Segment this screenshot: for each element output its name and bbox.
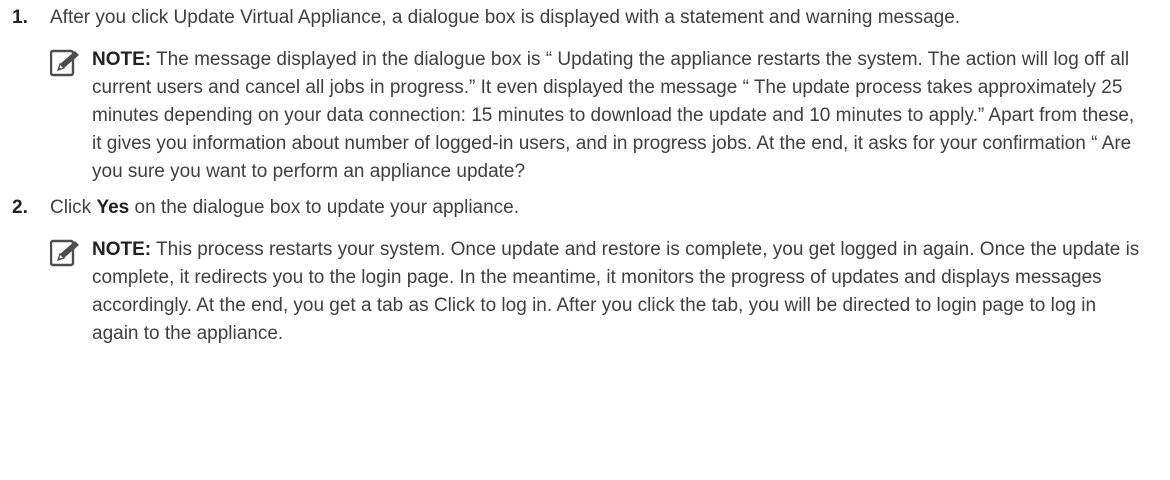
note-2: NOTE: This process restarts your system.… xyxy=(49,236,1140,348)
note-text: NOTE: This process restarts your system.… xyxy=(92,236,1140,348)
pencil-note-icon xyxy=(49,239,82,267)
step-text: Click Yes on the dialogue box to update … xyxy=(50,194,1140,222)
step-2: 2. Click Yes on the dialogue box to upda… xyxy=(12,194,1140,222)
document-page: 1. After you click Update Virtual Applia… xyxy=(0,0,1170,480)
step-text: After you click Update Virtual Appliance… xyxy=(50,7,961,28)
note-label: NOTE: xyxy=(92,49,152,70)
note-text: NOTE: The message displayed in the dialo… xyxy=(92,46,1140,186)
yes-label: Yes xyxy=(96,197,130,218)
note-body: The message displayed in the dialogue bo… xyxy=(92,49,1135,182)
step-text-after: on the dialogue box to update your appli… xyxy=(129,197,520,218)
step-number: 1. xyxy=(12,7,28,28)
note-label: NOTE: xyxy=(92,239,152,260)
step-number: 2. xyxy=(12,197,28,218)
step-1: 1. After you click Update Virtual Applia… xyxy=(12,4,1140,32)
note-body: This process restarts your system. Once … xyxy=(92,239,1140,344)
pencil-note-icon xyxy=(49,49,82,77)
step-text-before: Click xyxy=(50,197,97,218)
note-1: NOTE: The message displayed in the dialo… xyxy=(49,46,1140,186)
